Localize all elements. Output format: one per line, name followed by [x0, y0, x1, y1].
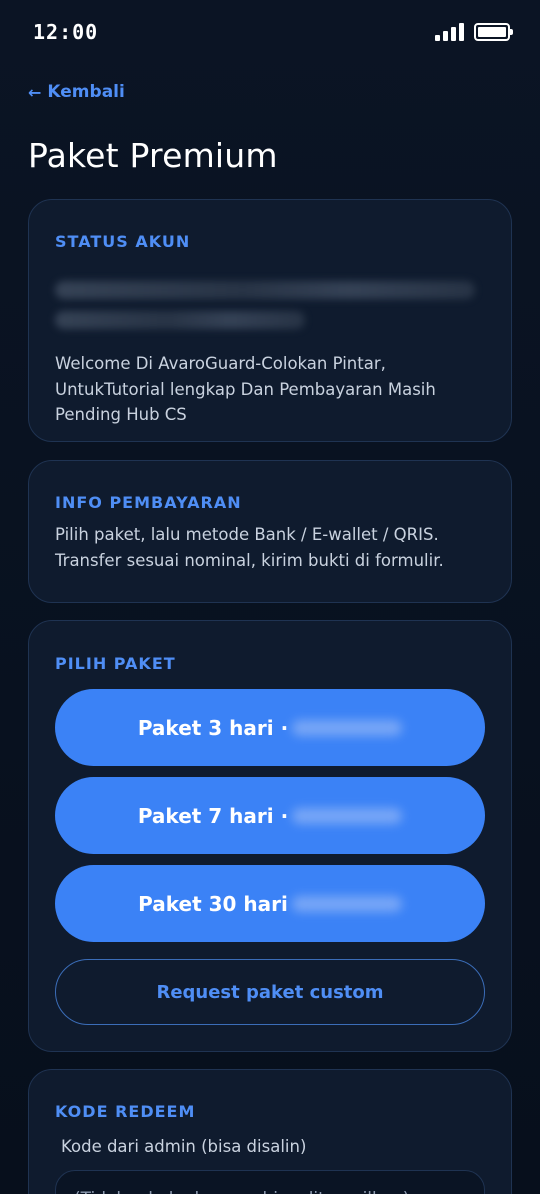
- back-label: Kembali: [47, 82, 125, 102]
- info-card: INFO PEMBAYARAN Pilih paket, lalu metode…: [28, 460, 512, 603]
- battery-level: [478, 27, 506, 37]
- paket-30-hari-button[interactable]: Paket 30 hari: [55, 865, 485, 942]
- paket-3-hari-button[interactable]: Paket 3 hari ·: [55, 689, 485, 766]
- battery-icon: [474, 23, 513, 41]
- screen: 12:00 ← Kembali Paket Premium STATUS AKU…: [0, 0, 540, 1194]
- info-text: Pilih paket, lalu metode Bank / E-wallet…: [55, 525, 444, 570]
- back-link[interactable]: ← Kembali: [28, 82, 125, 102]
- paket-card-label: PILIH PAKET: [55, 654, 176, 673]
- status-card-label: STATUS AKUN: [55, 232, 191, 251]
- status-time: 12:00: [33, 20, 99, 44]
- paket-7-hari-button[interactable]: Paket 7 hari ·: [55, 777, 485, 854]
- status-icons: [435, 23, 513, 41]
- arrow-left-icon: ←: [28, 82, 42, 102]
- paket-label: Paket 7 hari ·: [137, 803, 289, 828]
- paket-label: Paket 3 hari ·: [137, 715, 289, 740]
- status-card: STATUS AKUN Welcome Di AvaroGuard-Coloka…: [28, 199, 512, 442]
- redacted-account-info: [55, 311, 305, 329]
- status-message: Welcome Di AvaroGuard-Colokan Pintar, Un…: [55, 354, 436, 424]
- redacted-price: [291, 895, 402, 912]
- signal-icon: [435, 23, 464, 41]
- paket-label: Paket 30 hari: [138, 891, 288, 916]
- status-bar: 12:00: [0, 0, 540, 64]
- paket-card: PILIH PAKET Paket 3 hari · Paket 7 hari …: [28, 620, 512, 1052]
- redeem-hint: Kode dari admin (bisa disalin): [61, 1137, 307, 1156]
- redeem-card: KODE REDEEM Kode dari admin (bisa disali…: [28, 1069, 512, 1194]
- redeem-code-field[interactable]: (Tidak ada kode yang bisa ditampilkan): [55, 1170, 485, 1194]
- redacted-account-info: [55, 281, 475, 299]
- info-card-label: INFO PEMBAYARAN: [55, 493, 242, 512]
- redeem-card-label: KODE REDEEM: [55, 1102, 196, 1121]
- redacted-price: [292, 719, 403, 736]
- page-title: Paket Premium: [28, 136, 278, 175]
- redacted-price: [292, 807, 403, 824]
- request-custom-button[interactable]: Request paket custom: [55, 959, 485, 1025]
